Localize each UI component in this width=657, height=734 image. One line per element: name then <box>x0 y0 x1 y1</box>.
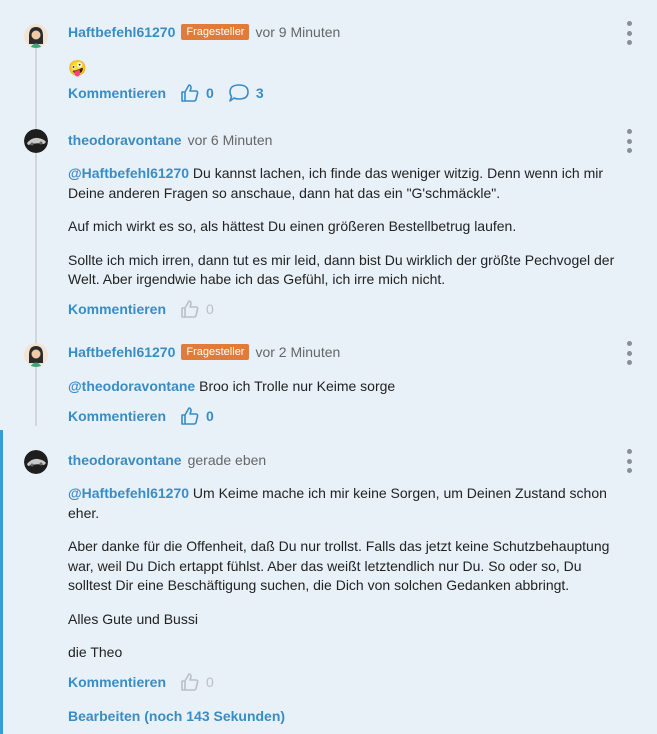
comment-paragraph: @theodoravontane Broo ich Trolle nur Kei… <box>68 377 627 397</box>
like-button: 0 <box>180 299 214 319</box>
thumbs-up-icon <box>181 299 199 318</box>
more-options-icon[interactable] <box>623 449 635 473</box>
username[interactable]: Haftbefehl61270 <box>68 344 175 360</box>
thumbs-up-icon <box>181 84 199 102</box>
avatar[interactable] <box>24 129 48 153</box>
edit-button[interactable]: Bearbeiten (noch 143 Sekunden) <box>68 708 285 724</box>
comment: theodoravontane gerade eben @Haftbefehl6… <box>68 449 632 693</box>
comment: Haftbefehl61270 Fragesteller vor 9 Minut… <box>68 21 632 104</box>
thread-line <box>35 152 37 344</box>
comment-actions: Kommentieren 0 3 <box>68 82 627 104</box>
thumbs-up-icon <box>181 672 199 691</box>
like-count: 0 <box>206 407 214 424</box>
timestamp: vor 9 Minuten <box>255 24 341 40</box>
comment-paragraph: Alles Gute und Bussi <box>68 610 198 627</box>
like-count: 0 <box>206 85 214 101</box>
comment-actions: Kommentieren 0 <box>68 671 627 693</box>
comment-meta: theodoravontane vor 6 Minuten <box>68 130 627 150</box>
avatar[interactable] <box>24 343 48 367</box>
comment-thread: Haftbefehl61270 Fragesteller vor 9 Minut… <box>0 0 657 734</box>
username[interactable]: theodoravontane <box>68 132 182 148</box>
comment-meta: theodoravontane gerade eben <box>68 450 627 470</box>
avatar[interactable] <box>24 450 48 474</box>
replies-button[interactable]: 3 <box>228 83 264 103</box>
asker-badge: Fragesteller <box>181 24 250 40</box>
mention[interactable]: @Haftbefehl61270 <box>68 485 189 501</box>
comment-paragraph: @Haftbefehl61270 Du kannst lachen, ich f… <box>68 164 627 203</box>
asker-badge: Fragesteller <box>181 344 250 360</box>
comment-paragraph: die Theo <box>68 644 123 660</box>
comment-button[interactable]: Kommentieren <box>68 408 166 424</box>
comment-body: @Haftbefehl61270 Um Keime mache ich mir … <box>68 484 627 663</box>
comment-body: @theodoravontane Broo ich Trolle nur Kei… <box>68 377 627 397</box>
avatar[interactable] <box>24 24 48 48</box>
comment-button[interactable]: Kommentieren <box>68 85 166 101</box>
comment: Haftbefehl61270 Fragesteller vor 2 Minut… <box>68 341 632 427</box>
like-button[interactable]: 0 <box>180 83 214 103</box>
comment-button[interactable]: Kommentieren <box>68 301 166 317</box>
comment-paragraph: Sollte ich mich irren, dann tut es mir l… <box>68 251 615 288</box>
like-count: 0 <box>206 300 214 317</box>
timestamp: vor 6 Minuten <box>187 132 273 148</box>
reply-count: 3 <box>255 85 264 101</box>
more-options-icon[interactable] <box>623 21 635 45</box>
timestamp: gerade eben <box>187 452 267 468</box>
like-count: 0 <box>206 673 214 690</box>
username[interactable]: Haftbefehl61270 <box>68 24 175 40</box>
comment-paragraph: @Haftbefehl61270 Um Keime mache ich mir … <box>68 484 627 523</box>
comment-actions: Kommentieren 0 <box>68 298 627 320</box>
comment-button[interactable]: Kommentieren <box>68 674 166 690</box>
comment-paragraph: Aber danke für die Offenheit, daß Du nur… <box>68 538 610 593</box>
more-options-icon[interactable] <box>623 341 635 365</box>
username[interactable]: theodoravontane <box>68 452 182 468</box>
comment-meta: Haftbefehl61270 Fragesteller vor 9 Minut… <box>68 22 627 42</box>
thumbs-up-icon <box>181 406 199 425</box>
comment-paragraph: Auf mich wirkt es so, als hättest Du ein… <box>68 218 517 234</box>
speech-bubble-icon <box>229 84 249 102</box>
comment-body: @Haftbefehl61270 Du kannst lachen, ich f… <box>68 164 627 290</box>
like-button: 0 <box>180 672 214 692</box>
emoji: 🤪 <box>68 60 87 77</box>
like-button[interactable]: 0 <box>180 406 214 426</box>
thread-line <box>35 366 37 426</box>
comment-text: Broo ich Trolle nur Keime sorge <box>199 378 396 394</box>
more-options-icon[interactable] <box>623 129 635 153</box>
new-comment-indicator <box>0 430 3 734</box>
mention[interactable]: @Haftbefehl61270 <box>68 165 189 181</box>
mention[interactable]: @theodoravontane <box>68 378 195 394</box>
comment: theodoravontane vor 6 Minuten @Haftbefeh… <box>68 129 632 320</box>
comment-meta: Haftbefehl61270 Fragesteller vor 2 Minut… <box>68 342 627 362</box>
timestamp: vor 2 Minuten <box>255 344 341 360</box>
comment-actions: Kommentieren 0 <box>68 405 627 427</box>
